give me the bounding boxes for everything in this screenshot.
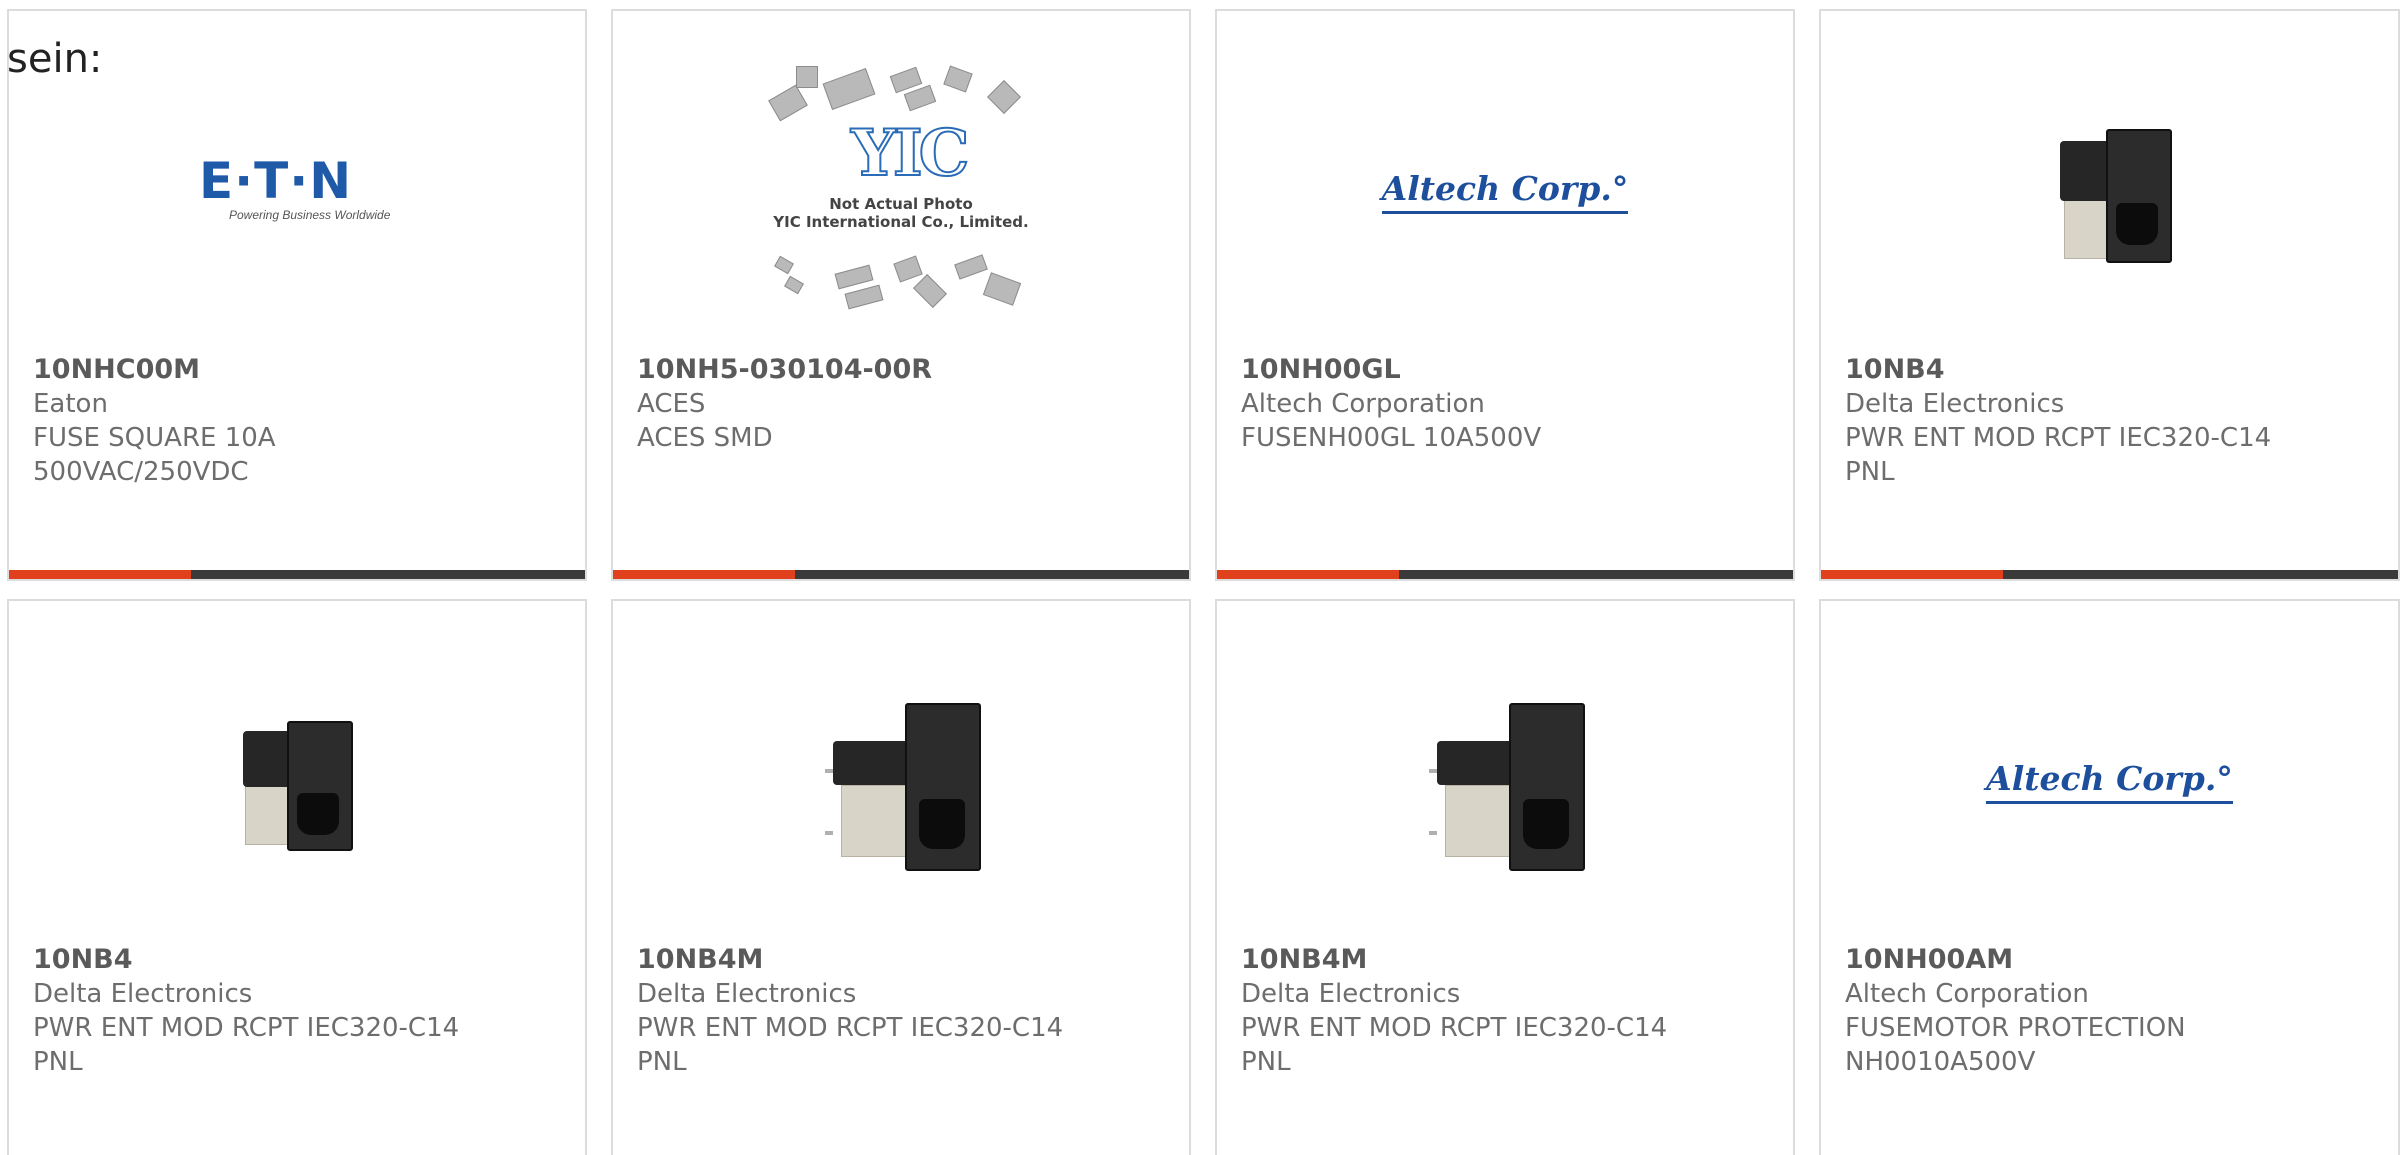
manufacturer: Delta Electronics <box>1241 979 1461 1009</box>
product-card[interactable]: Altech Corp.° 10NH00AM Altech Corporatio… <box>1819 599 2400 1155</box>
description: PWR ENT MOD RCPT IEC320-C14 <box>637 1013 1064 1043</box>
card-footer-bar <box>613 570 1189 579</box>
eaton-logo: E·T·N Powering Business Worldwide <box>199 152 391 222</box>
product-image[interactable]: Altech Corp.° <box>1217 51 1793 331</box>
product-card[interactable]: E·T·N Powering Business Worldwide 10NHC0… <box>7 9 587 581</box>
part-number[interactable]: 10NB4 <box>1845 353 2378 387</box>
product-card[interactable]: 10NB4M Delta Electronics PWR ENT MOD RCP… <box>611 599 1191 1155</box>
product-image[interactable]: YIC Not Actual Photo YIC International C… <box>613 51 1189 331</box>
manufacturer: Delta Electronics <box>33 979 253 1009</box>
product-image[interactable]: E·T·N Powering Business Worldwide <box>9 51 585 331</box>
product-card[interactable]: 10NB4M Delta Electronics PWR ENT MOD RCP… <box>1215 599 1795 1155</box>
part-number[interactable]: 10NH5-030104-00R <box>637 353 1169 387</box>
description: PWR ENT MOD RCPT IEC320-C14 <box>33 1013 460 1043</box>
card-footer-bar <box>1821 570 2398 579</box>
power-entry-module-photo <box>1405 681 1605 881</box>
altech-logo: Altech Corp.° <box>1381 169 1629 214</box>
product-image[interactable] <box>9 641 585 921</box>
description: ACES SMD <box>637 423 773 453</box>
not-actual-photo-placeholder: YIC Not Actual Photo YIC International C… <box>756 61 1046 321</box>
product-image[interactable] <box>613 641 1189 921</box>
part-number[interactable]: 10NH00AM <box>1845 943 2378 977</box>
description: FUSEMOTOR PROTECTION <box>1845 1013 2186 1043</box>
product-card[interactable]: 10NB4 Delta Electronics PWR ENT MOD RCPT… <box>1819 9 2400 581</box>
manufacturer: ACES <box>637 389 706 419</box>
card-accent-bar <box>9 570 191 579</box>
lead-text: sein: <box>7 36 103 82</box>
description: NH0010A500V <box>1845 1047 2036 1077</box>
manufacturer: Altech Corporation <box>1845 979 2089 1009</box>
description: 500VAC/250VDC <box>33 457 249 487</box>
product-image[interactable] <box>1821 51 2398 331</box>
card-accent-bar <box>1821 570 2003 579</box>
part-number[interactable]: 10NB4 <box>33 943 565 977</box>
product-image[interactable]: Altech Corp.° <box>1821 641 2398 921</box>
description: PNL <box>1241 1047 1291 1077</box>
product-image[interactable] <box>1217 641 1793 921</box>
power-entry-module-photo <box>801 681 1001 881</box>
description: PNL <box>637 1047 687 1077</box>
power-entry-module-photo <box>197 681 397 881</box>
description: PWR ENT MOD RCPT IEC320-C14 <box>1241 1013 1668 1043</box>
description: PNL <box>1845 457 1895 487</box>
card-footer-bar <box>1217 570 1793 579</box>
card-footer-bar <box>9 570 585 579</box>
product-card[interactable]: Altech Corp.° 10NH00GL Altech Corporatio… <box>1215 9 1795 581</box>
part-number[interactable]: 10NHC00M <box>33 353 565 387</box>
product-card[interactable]: 10NB4 Delta Electronics PWR ENT MOD RCPT… <box>7 599 587 1155</box>
altech-logo: Altech Corp.° <box>1986 759 2233 804</box>
product-grid-page: sein: E·T·N Powering Business Worldwide … <box>0 0 2400 1155</box>
manufacturer: Eaton <box>33 389 108 419</box>
description: PNL <box>33 1047 83 1077</box>
manufacturer: Delta Electronics <box>1845 389 2065 419</box>
manufacturer: Delta Electronics <box>637 979 857 1009</box>
part-number[interactable]: 10NB4M <box>1241 943 1773 977</box>
description: FUSENH00GL 10A500V <box>1241 423 1542 453</box>
manufacturer: Altech Corporation <box>1241 389 1485 419</box>
description: PWR ENT MOD RCPT IEC320-C14 <box>1845 423 2272 453</box>
power-entry-module-photo <box>2010 91 2210 291</box>
part-number[interactable]: 10NB4M <box>637 943 1169 977</box>
card-accent-bar <box>1217 570 1399 579</box>
product-card[interactable]: YIC Not Actual Photo YIC International C… <box>611 9 1191 581</box>
description: FUSE SQUARE 10A <box>33 423 276 453</box>
part-number[interactable]: 10NH00GL <box>1241 353 1773 387</box>
card-accent-bar <box>613 570 795 579</box>
